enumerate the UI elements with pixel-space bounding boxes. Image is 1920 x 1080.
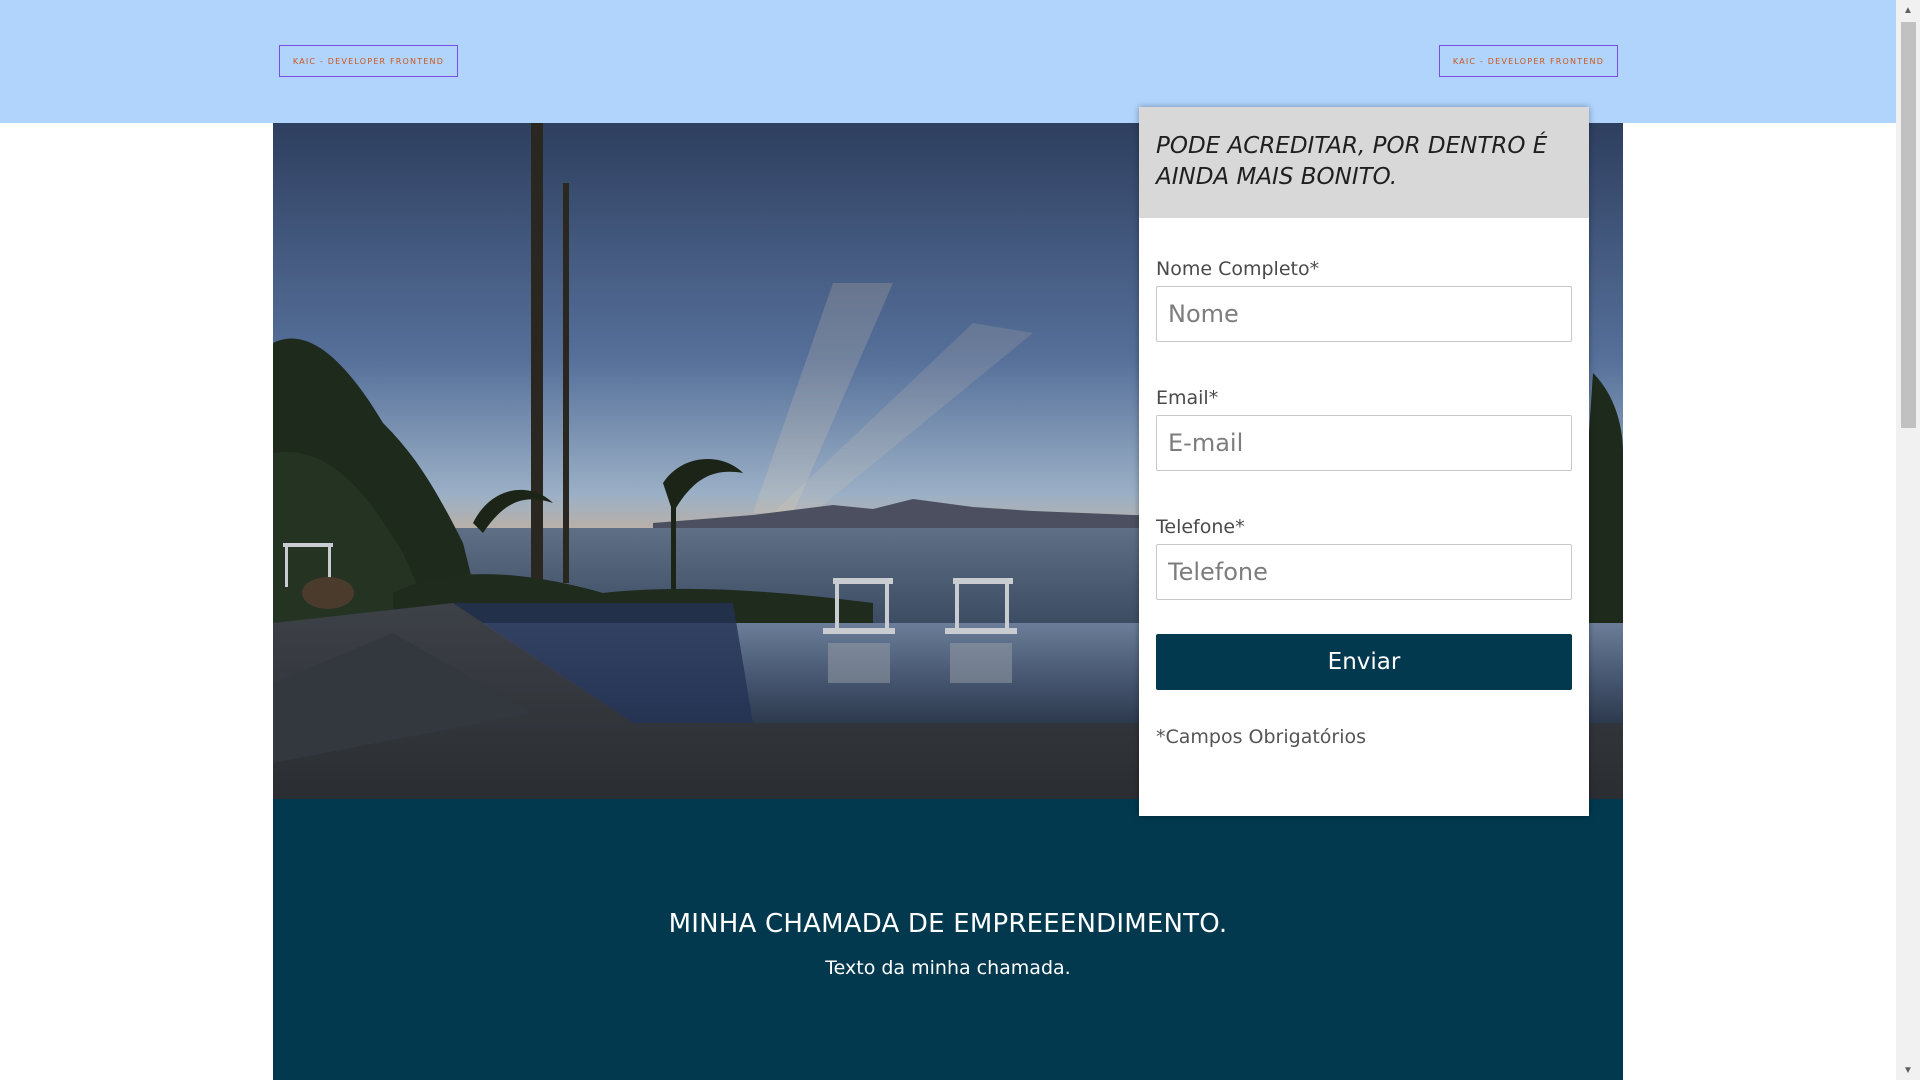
name-input[interactable] xyxy=(1156,286,1572,342)
scrollbar-thumb[interactable] xyxy=(1901,22,1916,428)
header-bar: KAIC - DEVELOPER FRONTEND KAIC - DEVELOP… xyxy=(0,0,1896,123)
band-title: MINHA CHAMADA DE EMPREEENDIMENTO. xyxy=(668,909,1228,939)
phone-label: Telefone* xyxy=(1156,516,1245,538)
submit-button[interactable]: Enviar xyxy=(1156,634,1572,690)
band-subtitle: Texto da minha chamada. xyxy=(825,957,1071,979)
brand-logo-left[interactable]: KAIC - DEVELOPER FRONTEND xyxy=(279,45,458,77)
phone-input[interactable] xyxy=(1156,544,1572,600)
email-input[interactable] xyxy=(1156,415,1572,471)
required-fields-note: *Campos Obrigatórios xyxy=(1156,726,1367,748)
brand-logo-right[interactable]: KAIC - DEVELOPER FRONTEND xyxy=(1439,45,1618,77)
promo-band: MINHA CHAMADA DE EMPREEENDIMENTO. Texto … xyxy=(273,799,1623,1080)
email-label: Email* xyxy=(1156,387,1219,409)
scroll-up-arrow-icon[interactable]: ▲ xyxy=(1896,0,1920,20)
name-label: Nome Completo* xyxy=(1156,258,1320,280)
contact-form: PODE ACREDITAR, POR DENTRO É AINDA MAIS … xyxy=(1139,107,1589,816)
form-header: PODE ACREDITAR, POR DENTRO É AINDA MAIS … xyxy=(1139,107,1589,218)
vertical-scrollbar[interactable]: ▲ ▼ xyxy=(1896,0,1920,1080)
form-title: PODE ACREDITAR, POR DENTRO É AINDA MAIS … xyxy=(1156,133,1548,190)
scroll-down-arrow-icon[interactable]: ▼ xyxy=(1896,1060,1920,1080)
